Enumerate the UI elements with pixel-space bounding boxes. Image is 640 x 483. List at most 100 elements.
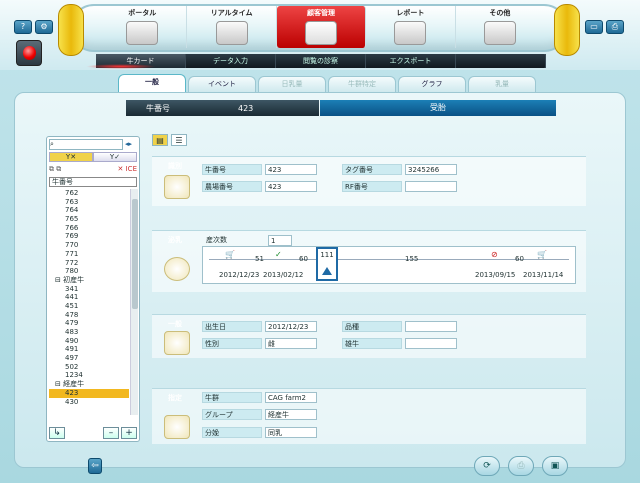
filter-exclude-button[interactable]: Y✕	[49, 152, 93, 162]
tree-item[interactable]: 771	[49, 250, 129, 259]
scroll-thumb[interactable]	[132, 199, 138, 309]
module-customer[interactable]: 顧客管理	[276, 6, 367, 48]
save-button[interactable]: ▣	[542, 456, 568, 476]
tree-item[interactable]: 765	[49, 215, 129, 224]
other-icon	[483, 21, 516, 45]
module-realtime[interactable]: リアルタイム	[187, 6, 277, 48]
tree-scrollbar[interactable]	[130, 189, 138, 415]
breed-field[interactable]	[405, 321, 457, 332]
tab-general[interactable]: 一般	[118, 74, 186, 92]
tree-item[interactable]: 483	[49, 328, 129, 337]
report-icon	[394, 21, 427, 45]
expected-calving-icon: 🛒	[537, 250, 547, 259]
module-portal[interactable]: ポータル	[98, 6, 188, 48]
tree-item[interactable]: 341	[49, 285, 129, 294]
app-window: ? ⚙ ポータル リアルタイム 顧客管理 レポート その他 牛カード データ入力…	[0, 0, 640, 483]
tree-item[interactable]: 451	[49, 302, 129, 311]
calving-field[interactable]: 同乳	[265, 427, 317, 438]
cow-header: 牛番号 423	[126, 100, 319, 116]
tab-daily-milk: 日乳量	[258, 76, 326, 92]
subnav-exam[interactable]: 閲覧の診察	[276, 54, 366, 68]
print-button[interactable]: ⎙	[606, 20, 624, 34]
active-glow	[86, 64, 156, 69]
paste-icon[interactable]: ⧉	[56, 165, 61, 173]
cow-number-label: 牛番号	[146, 103, 170, 113]
herd-field[interactable]: CAG farm2	[265, 392, 317, 403]
tree-item[interactable]: 770	[49, 241, 129, 250]
id-tag-icon	[164, 175, 190, 199]
module-other[interactable]: その他	[456, 6, 544, 48]
tree-item[interactable]: 423	[49, 388, 129, 398]
tab-events[interactable]: イベント	[188, 76, 256, 92]
cow-family-icon	[164, 331, 190, 355]
view-switch: ▤ ☰	[152, 134, 187, 146]
module-report[interactable]: レポート	[366, 6, 456, 48]
tag-number-field[interactable]: 3245266	[405, 164, 457, 175]
tree-item[interactable]: 490	[49, 337, 129, 346]
days-in-milk: 111	[320, 251, 334, 259]
subnav-data-entry[interactable]: データ入力	[186, 54, 276, 68]
help-button[interactable]: ?	[14, 20, 32, 34]
tree-item[interactable]: 769	[49, 232, 129, 241]
date-label: 2013/09/15	[475, 271, 516, 279]
tab-strip: 一般 イベント 日乳量 牛群特定 グラフ 乳量	[118, 74, 536, 92]
tree-item[interactable]: 762	[49, 189, 129, 198]
remove-button[interactable]: –	[103, 427, 119, 439]
move-button[interactable]: ↳	[49, 427, 65, 439]
module-bar-left-cap	[58, 4, 84, 56]
subnav-export[interactable]: エクスポート	[366, 54, 456, 68]
tree-item[interactable]: 478	[49, 311, 129, 320]
form-view-button[interactable]: ▤	[152, 134, 168, 146]
copy-icon[interactable]: ⧉	[49, 165, 54, 173]
tree-item[interactable]: 780	[49, 267, 129, 276]
list-view-button[interactable]: ☰	[171, 134, 187, 146]
tab-milk: 乳量	[468, 76, 536, 92]
search-icon: ⌕	[50, 140, 54, 148]
sire-field[interactable]	[405, 338, 457, 349]
birth-date-field[interactable]: 2012/12/23	[265, 321, 317, 332]
cow-number-field[interactable]: 423	[265, 164, 317, 175]
lactation-cycle-icon	[164, 257, 190, 281]
cow-number-value: 423	[238, 103, 254, 113]
tree-item[interactable]: 772	[49, 259, 129, 268]
sex-field[interactable]: 雌	[265, 338, 317, 349]
filter-include-button[interactable]: Y✓	[93, 152, 137, 162]
tab-graph[interactable]: グラフ	[398, 76, 466, 92]
current-day-marker[interactable]: 111	[316, 247, 338, 281]
group-field[interactable]: 経産牛	[265, 409, 317, 420]
tree-nav-arrows[interactable]: ◂▸	[125, 140, 132, 148]
tree-item[interactable]: 491	[49, 345, 129, 354]
tree-item[interactable]: 479	[49, 319, 129, 328]
module-label: 顧客管理	[307, 9, 336, 17]
field-label: 品種	[342, 321, 402, 332]
tree-sort-select[interactable]: 牛番号	[49, 177, 137, 187]
refresh-button[interactable]: ⟳	[474, 456, 500, 476]
exit-button[interactable]: ⇦	[88, 458, 102, 474]
clear-button[interactable]: ✕ ICE	[118, 165, 137, 173]
sub-navigation: 牛カード データ入力 閲覧の診察 エクスポート	[86, 54, 546, 69]
farm-number-field[interactable]: 423	[265, 181, 317, 192]
tree-tools: ⧉ ⧉ ✕ ICE	[49, 165, 137, 175]
tree-item[interactable]: 764	[49, 206, 129, 215]
field-label: タグ番号	[342, 164, 402, 175]
alarm-indicator[interactable]	[16, 40, 42, 66]
tree-search-input[interactable]: ⌕	[49, 139, 123, 150]
parity-field[interactable]: 1	[268, 235, 292, 246]
tree-item[interactable]: 430	[49, 398, 129, 407]
tree-item[interactable]: 766	[49, 224, 129, 233]
add-button[interactable]: +	[121, 427, 137, 439]
tree-item[interactable]: 441	[49, 293, 129, 302]
gap-label: 51	[255, 255, 264, 263]
tree-item[interactable]: 763	[49, 198, 129, 207]
window-button[interactable]: ▭	[585, 20, 603, 34]
tree-item[interactable]: ⊟ 初産牛	[49, 276, 129, 285]
settings-button[interactable]: ⚙	[35, 20, 53, 34]
tree-item[interactable]: 497	[49, 354, 129, 363]
rf-number-field[interactable]	[405, 181, 457, 192]
status-banner: 受胎	[320, 100, 556, 116]
tree-item[interactable]: 502	[49, 363, 129, 372]
tree-item[interactable]: 1234	[49, 371, 129, 380]
insemination-icon: ✓	[275, 250, 282, 259]
tree-item[interactable]: ⊟ 経産牛	[49, 380, 129, 389]
alarm-light-icon	[23, 46, 36, 60]
